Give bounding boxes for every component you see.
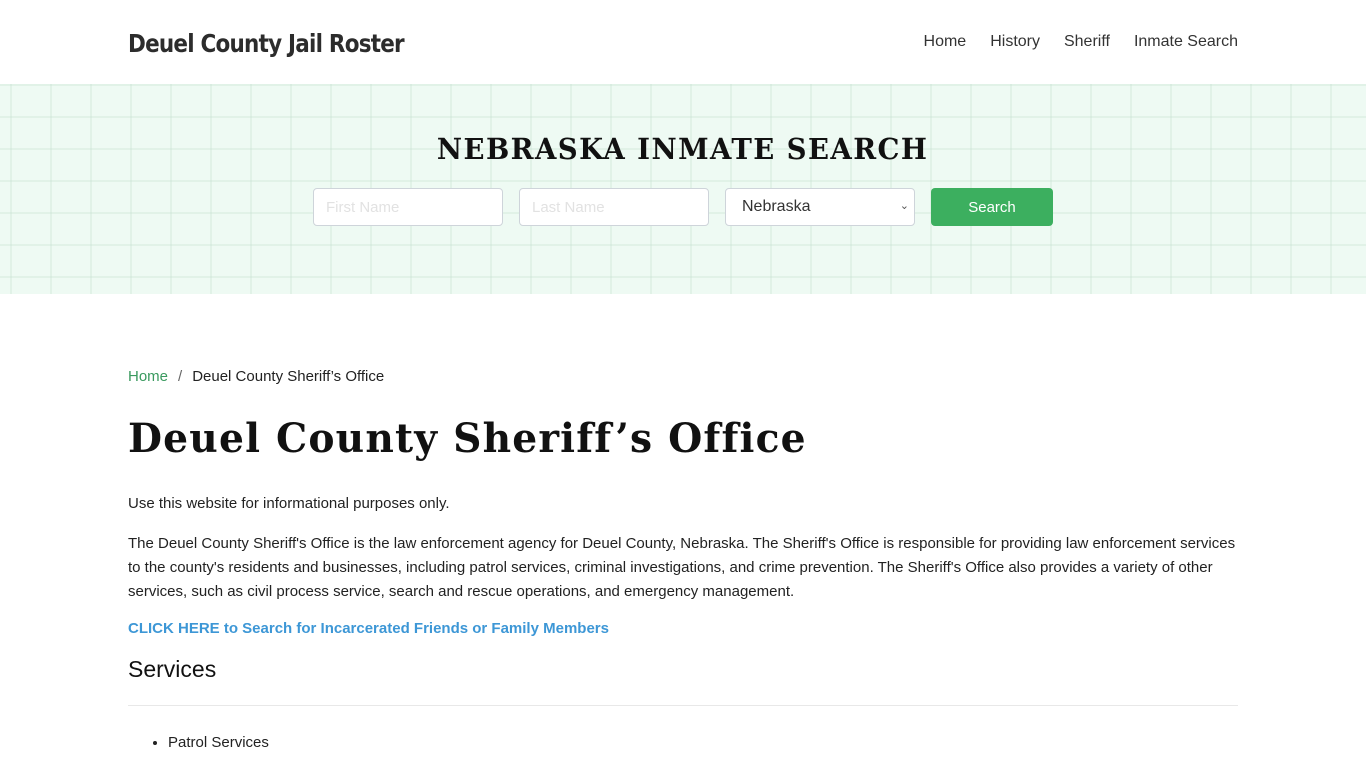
search-button[interactable]: Search — [931, 188, 1053, 226]
site-header: Deuel County Jail Roster Home History Sh… — [0, 0, 1366, 84]
list-item: Patrol Services — [168, 732, 1238, 754]
main-nav: Home History Sheriff Inmate Search — [900, 33, 1238, 51]
state-select-value: Nebraska — [725, 188, 915, 226]
last-name-input[interactable] — [519, 188, 709, 226]
chevron-down-icon: ⌄ — [899, 200, 909, 212]
breadcrumb-current: Deuel County Sheriff’s Office — [192, 368, 385, 385]
section-divider — [128, 705, 1238, 706]
site-brand-logo[interactable]: Deuel County Jail Roster — [128, 29, 405, 58]
page-title: Deuel County Sheriff’s Office — [128, 415, 807, 462]
main-content: Home / Deuel County Sheriff’s Office Deu… — [0, 294, 1366, 754]
search-inmates-link[interactable]: CLICK HERE to Search for Incarcerated Fr… — [128, 620, 609, 637]
inmate-search-hero: NEBRASKA INMATE SEARCH Nebraska ⌄ Search — [0, 84, 1366, 294]
first-name-input[interactable] — [313, 188, 503, 226]
breadcrumb-separator: / — [178, 368, 183, 385]
services-heading: Services — [128, 656, 217, 682]
breadcrumb: Home / Deuel County Sheriff’s Office — [128, 368, 1238, 385]
breadcrumb-home[interactable]: Home — [128, 368, 168, 385]
hero-title: NEBRASKA INMATE SEARCH — [437, 132, 929, 166]
inmate-search-form: Nebraska ⌄ Search — [0, 188, 1366, 226]
state-select[interactable]: Nebraska ⌄ — [725, 188, 915, 226]
disclaimer-text: Use this website for informational purpo… — [128, 495, 450, 512]
description-text: The Deuel County Sheriff's Office is the… — [128, 535, 1236, 600]
nav-home[interactable]: Home — [924, 33, 967, 51]
nav-history[interactable]: History — [990, 33, 1040, 51]
services-list: Patrol Services — [128, 732, 1238, 754]
nav-sheriff[interactable]: Sheriff — [1064, 33, 1110, 51]
nav-inmate-search[interactable]: Inmate Search — [1134, 33, 1238, 51]
